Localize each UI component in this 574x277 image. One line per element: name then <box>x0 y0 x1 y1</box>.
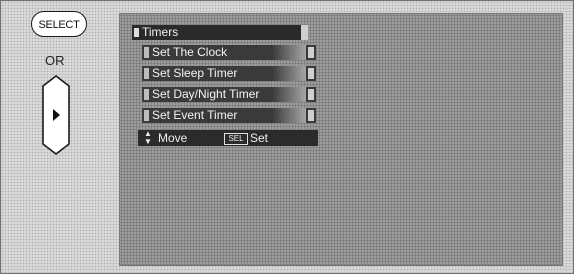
select-button[interactable]: SELECT <box>31 11 87 37</box>
remote-controls: SELECT OR <box>1 1 119 273</box>
item-right-marker <box>308 47 314 58</box>
menu-item-label: Set Sleep Timer <box>152 66 238 80</box>
menu-title-text: Timers <box>142 25 179 39</box>
right-arrow-button[interactable] <box>41 74 71 156</box>
title-right-marker <box>301 25 308 40</box>
menu-item-set-sleep-timer[interactable]: Set Sleep Timer <box>142 66 316 81</box>
item-left-marker <box>144 68 149 79</box>
menu-help-bar: ▲ ▼ Move SEL Set <box>138 130 318 146</box>
or-label: OR <box>45 53 65 68</box>
menu-title: Timers <box>132 25 308 40</box>
item-left-marker <box>144 110 149 121</box>
diagram-frame: SELECT OR Timers Set The Clock Set Sleep… <box>0 0 574 274</box>
item-fade <box>272 45 306 60</box>
item-fade <box>272 108 306 123</box>
menu-item-label: Set Day/Night Timer <box>152 87 260 101</box>
sel-key-icon: SEL <box>224 133 248 145</box>
item-fade <box>272 66 306 81</box>
menu-item-set-the-clock[interactable]: Set The Clock <box>142 45 316 60</box>
menu-item-set-event-timer[interactable]: Set Event Timer <box>142 108 316 123</box>
item-left-marker <box>144 89 149 100</box>
item-right-marker <box>308 68 314 79</box>
item-right-marker <box>308 89 314 100</box>
item-fade <box>272 87 306 102</box>
title-left-marker <box>134 28 139 37</box>
set-hint-label: Set <box>250 131 269 145</box>
item-right-marker <box>308 110 314 121</box>
menu-item-label: Set Event Timer <box>152 108 238 122</box>
up-down-arrows-icon: ▲ ▼ <box>144 129 152 146</box>
move-hint-label: Move <box>158 131 188 145</box>
menu-item-label: Set The Clock <box>152 45 228 59</box>
item-left-marker <box>144 47 149 58</box>
menu-item-set-day-night-timer[interactable]: Set Day/Night Timer <box>142 87 316 102</box>
tv-screen: Timers Set The Clock Set Sleep Timer Set… <box>119 13 563 266</box>
